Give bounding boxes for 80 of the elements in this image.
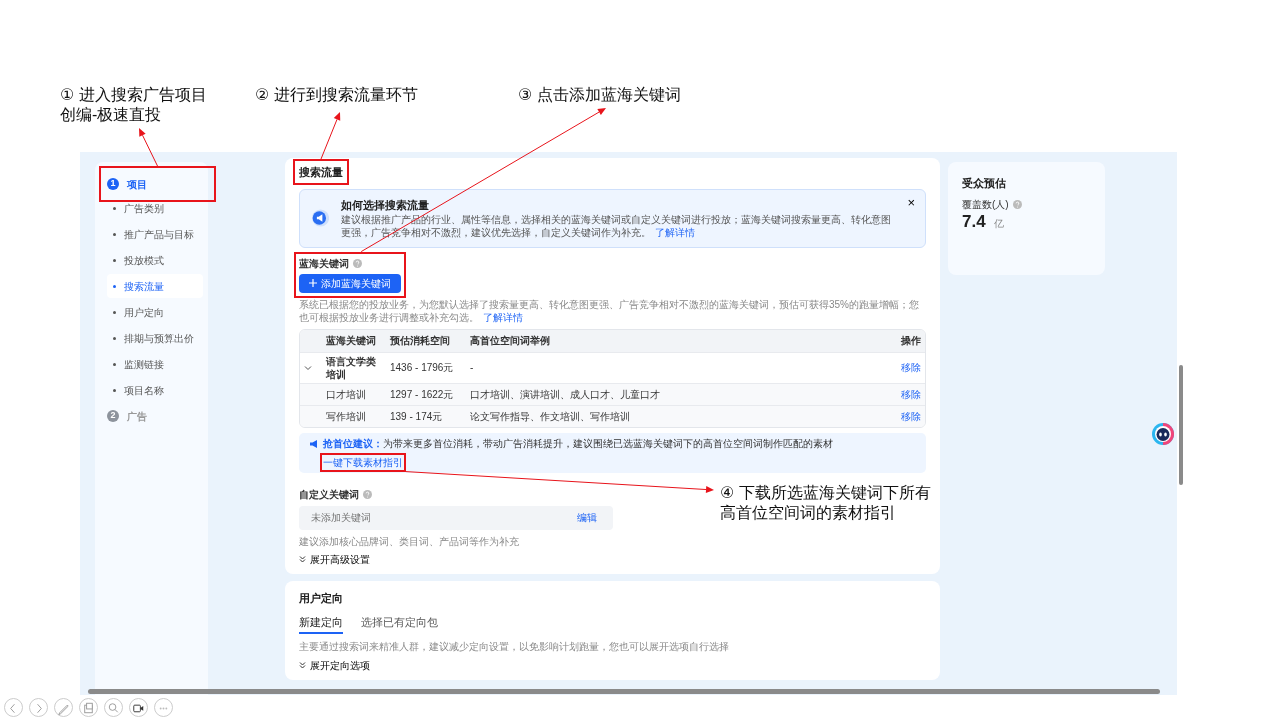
add-keyword-button[interactable]: 添加蓝海关键词 bbox=[299, 273, 401, 293]
bullet-icon bbox=[113, 206, 116, 210]
table-cell-text: 1297 - 1622元 bbox=[389, 387, 455, 402]
keyword-input-field[interactable]: 未添加关键词 编辑 bbox=[299, 505, 613, 530]
card-title: 受众预估 bbox=[962, 176, 1007, 191]
step-badge: 1 bbox=[107, 178, 119, 190]
help-icon bbox=[363, 489, 372, 499]
expand-advanced-button[interactable]: 展开高级设置 bbox=[299, 552, 370, 566]
table-cell-text: 口才培训 bbox=[325, 387, 367, 402]
metric-unit: 亿 bbox=[993, 217, 1004, 231]
sidebar-item[interactable]: 推广产品与目标 bbox=[107, 222, 203, 246]
notice-title: 如何选择搜索流量 bbox=[341, 198, 431, 213]
table-cell-text: 口才培训、演讲培训、成人口才、儿童口才 bbox=[469, 387, 661, 402]
annotation-arrow bbox=[320, 112, 341, 160]
bullet-icon bbox=[113, 258, 116, 262]
annotation-text: 创编-极速直投 bbox=[60, 105, 163, 125]
plus-icon bbox=[309, 279, 317, 288]
learn-more-link[interactable]: 了解详情 bbox=[655, 226, 696, 238]
metric-label: 覆盖数(人) bbox=[962, 198, 1009, 212]
metric-value: 7.4 bbox=[962, 211, 986, 234]
field-label: 自定义关键词 bbox=[299, 487, 359, 501]
table-cell-text: 语言文学类培训 bbox=[325, 354, 377, 382]
remove-link[interactable]: 移除 bbox=[865, 359, 925, 377]
download-guide-link[interactable]: 一键下载素材指引 bbox=[323, 455, 403, 469]
hint-text: 主要通过搜索词来精准人群，建议减少定向设置，以免影响计划跑量，您也可以展开选项自行选择 bbox=[299, 640, 730, 654]
tip-text: 抢首位建议：为带来更多首位消耗，带动广告消耗提升，建议围绕已选蓝海关键词下的高首位空间词制作匹配的素材 bbox=[323, 436, 833, 450]
expand-targeting-button[interactable]: 展开定向选项 bbox=[299, 659, 370, 673]
hint-text: 建议添加核心品牌词、类目词、产品词等作为补充 bbox=[299, 534, 520, 548]
bullet-icon bbox=[113, 388, 116, 392]
annotation-text: ② 进行到搜索流量环节 bbox=[255, 85, 418, 105]
help-icon bbox=[1012, 200, 1022, 210]
bullet-icon bbox=[113, 362, 116, 366]
annotation-text: ③ 点击添加蓝海关键词 bbox=[518, 85, 681, 105]
bullet-icon bbox=[113, 310, 116, 314]
sidebar-item[interactable]: 搜索流量 bbox=[107, 274, 203, 298]
field-label: 蓝海关键词 bbox=[299, 256, 349, 270]
section-title: 搜索流量 bbox=[299, 165, 343, 180]
learn-more-link[interactable]: 了解详情 bbox=[483, 311, 523, 323]
table-cell-text: - bbox=[469, 361, 475, 376]
step-label: 广告 bbox=[127, 409, 147, 423]
column-header: 高首位空间词举例 bbox=[469, 334, 551, 349]
sidebar-item[interactable]: 投放模式 bbox=[107, 248, 203, 272]
tab[interactable]: 选择已有定向包 bbox=[361, 614, 438, 635]
sidebar-item[interactable]: 用户定向 bbox=[107, 300, 203, 324]
annotation-text: ① 进入搜索广告项目 bbox=[60, 85, 207, 105]
double-chevron-icon bbox=[299, 555, 306, 563]
remove-link[interactable]: 移除 bbox=[865, 385, 925, 403]
sidebar-item[interactable]: 广告类别 bbox=[107, 196, 203, 220]
table-cell-text: 139 - 174元 bbox=[389, 409, 444, 424]
table-cell-text: 1436 - 1796元 bbox=[389, 361, 455, 376]
help-icon bbox=[353, 258, 362, 268]
close-button[interactable]: × bbox=[907, 196, 915, 210]
tab[interactable]: 新建定向 bbox=[299, 614, 343, 635]
annotation-text: 高首位空间词的素材指引 bbox=[720, 503, 897, 523]
section-title: 用户定向 bbox=[299, 590, 344, 605]
annotation-text: ④ 下载所选蓝海关键词下所有 bbox=[720, 483, 931, 503]
scrollbar-thumb[interactable] bbox=[1179, 365, 1183, 485]
table-cell-text: 写作培训 bbox=[325, 409, 367, 424]
description-text: 系统已根据您的投放业务，为您默认选择了搜索量更高、转化意图更强、广告竞争相对不激烈的蓝海关键词，预估可获得35%的跑量增幅；您也可根据投放业务进行调整或补充勾选。 了解详情 bbox=[299, 297, 920, 324]
column-header: 预估消耗空间 bbox=[389, 334, 451, 349]
remove-link[interactable]: 移除 bbox=[865, 407, 925, 425]
edit-link[interactable]: 编辑 bbox=[571, 510, 603, 526]
table-cell-text: 论文写作指导、作文培训、写作培训 bbox=[469, 409, 631, 424]
bullet-icon bbox=[113, 284, 116, 288]
megaphone-icon bbox=[309, 438, 319, 449]
double-chevron-icon bbox=[299, 662, 306, 670]
step-label: 项目 bbox=[127, 177, 147, 191]
bullet-icon bbox=[113, 232, 116, 236]
chevron-icon[interactable] bbox=[304, 364, 312, 373]
horizontal-scrollbar[interactable] bbox=[88, 689, 1160, 694]
sidebar-item[interactable]: 排期与预算出价 bbox=[107, 326, 203, 350]
column-header: 操作 bbox=[900, 334, 922, 349]
bullet-icon bbox=[113, 336, 116, 340]
highlight-frame bbox=[293, 159, 349, 186]
sidebar-item[interactable]: 项目名称 bbox=[107, 378, 203, 402]
annotation-arrow bbox=[139, 128, 158, 167]
step-badge: 2 bbox=[107, 410, 119, 422]
assistant-icon[interactable] bbox=[1151, 422, 1175, 446]
column-header: 蓝海关键词 bbox=[325, 334, 377, 349]
sidebar-item[interactable]: 监测链接 bbox=[107, 352, 203, 376]
